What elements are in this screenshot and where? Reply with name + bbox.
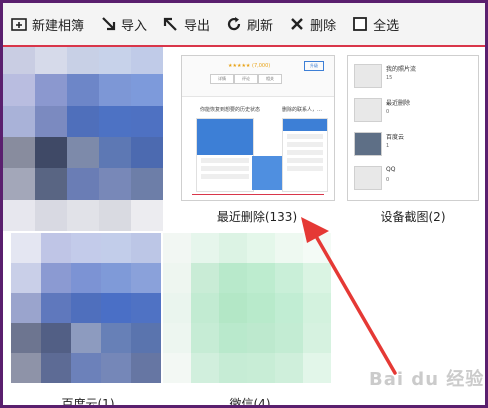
refresh-label: 刷新 [247,18,274,34]
thumb-tab: 详情 [210,74,234,84]
thumb-tab: 相关 [258,74,282,84]
screenshot-list-item: 最近删除 0 [354,96,472,126]
import-icon [102,17,116,31]
new-album-button[interactable]: 新建相簿 [3,3,92,45]
delete-label: 删除 [310,18,337,34]
phone-mockup-left [196,118,254,192]
chart-shape [252,156,282,190]
screenshot-list-item: 我的照片流 15 [354,62,472,92]
album-grid: ★★★★★ (7,000) 升级 详情 评论 相关 你能恢复到想要的历史状态 删… [3,47,485,405]
thumb-caption-right: 删除的联系人，… [282,107,323,113]
refresh-icon [228,17,241,31]
album-label-baidu-cloud[interactable]: 百度云(1) [48,395,128,405]
delete-button[interactable]: 删除 [281,3,344,45]
delete-x-icon [291,18,303,30]
new-album-icon [11,18,27,31]
select-all-label: 全选 [373,18,400,34]
checkbox-icon [353,17,367,31]
screenshot-list-item: QQ 0 [354,164,472,194]
album-thumbnail-blurred-1[interactable] [3,47,163,231]
phone-mockup-right [282,118,328,192]
select-all-button[interactable]: 全选 [344,3,407,45]
new-album-label: 新建相簿 [32,18,85,34]
import-button[interactable]: 导入 [92,3,155,45]
thumb-header: ★★★★★ (7,000) 升级 详情 评论 相关 [182,56,334,97]
album-thumbnail-recently-deleted[interactable]: ★★★★★ (7,000) 升级 详情 评论 相关 你能恢复到想要的历史状态 删… [181,55,335,201]
import-label: 导入 [121,18,148,34]
thumb-upgrade-button: 升级 [304,61,324,71]
watermark: Bai du 经验 [369,369,485,390]
thumb-caption-left: 你能恢复到想要的历史状态 [200,107,261,113]
export-label: 导出 [184,18,211,34]
rating-stars: ★★★★★ (7,000) [228,63,271,69]
thumb-tab: 评论 [234,74,258,84]
toolbar: 新建相簿 导入 导出 刷新 删除 全选 [3,3,485,47]
thumb-tabs: 详情 评论 相关 [210,74,282,84]
album-thumbnail-screenshots[interactable]: 我的照片流 15 最近删除 0 百度云 1 QQ 0 [347,55,479,201]
export-icon [163,17,177,31]
refresh-button[interactable]: 刷新 [218,3,281,45]
thumb-red-line [192,194,324,195]
screenshot-list-item: 百度云 1 [354,130,472,160]
album-label-wechat[interactable]: 微信(4) [215,395,285,405]
annotation-arrow [301,217,397,375]
album-thumbnail-blurred-2[interactable] [11,233,161,383]
export-button[interactable]: 导出 [155,3,218,45]
